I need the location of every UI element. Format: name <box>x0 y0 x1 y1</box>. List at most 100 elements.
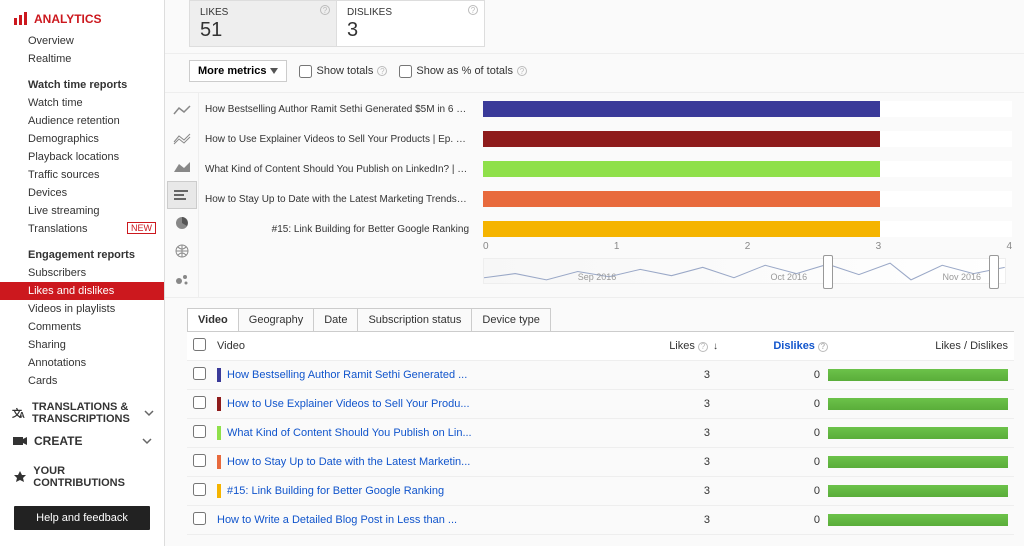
tile-dislikes[interactable]: DISLIKES 3 ? <box>337 0 485 47</box>
svg-text:A: A <box>19 411 25 420</box>
sidebar-section-translations[interactable]: 文A TRANSLATIONS & TRANSCRIPTIONS <box>0 398 164 430</box>
sidebar-item-traffic[interactable]: Traffic sources <box>0 166 164 184</box>
series-color-chip <box>217 426 221 440</box>
cell-ratio <box>828 398 1008 410</box>
sidebar-item-likes-dislikes[interactable]: Likes and dislikes <box>0 282 164 300</box>
table-row[interactable]: #15: Link Building for Better Google Ran… <box>187 477 1014 506</box>
tab-date[interactable]: Date <box>313 308 358 331</box>
row-checkbox[interactable] <box>193 512 206 525</box>
chart-type-line[interactable] <box>167 97 197 125</box>
chart-row: How Bestselling Author Ramit Sethi Gener… <box>165 93 1024 298</box>
analytics-icon <box>12 11 28 27</box>
cell-likes: 3 <box>628 427 718 439</box>
cell-dislikes: 0 <box>718 485 828 497</box>
bar-chart: How Bestselling Author Ramit Sethi Gener… <box>205 101 1012 237</box>
timeline-label: Sep 2016 <box>578 272 617 282</box>
timeline-scrubber[interactable]: Sep 2016 Oct 2016 Nov 2016 <box>483 258 1006 284</box>
series-color-chip <box>217 484 221 498</box>
show-percent-checkbox[interactable]: Show as % of totals ? <box>399 65 527 78</box>
row-checkbox[interactable] <box>193 367 206 380</box>
info-icon[interactable]: ? <box>377 66 387 76</box>
chart-type-multiline[interactable] <box>167 125 197 153</box>
chart-type-pie[interactable] <box>167 209 197 237</box>
info-icon[interactable]: ? <box>320 5 330 15</box>
chart-type-area[interactable] <box>167 153 197 181</box>
table-row[interactable]: How to Stay Up to Date with the Latest M… <box>187 448 1014 477</box>
summary-tiles: LIKES 51 ? DISLIKES 3 ? <box>165 0 1024 54</box>
range-handle-right[interactable] <box>989 255 999 289</box>
more-metrics-button[interactable]: More metrics <box>189 60 287 82</box>
sidebar-item-translations[interactable]: Translations NEW <box>0 220 164 238</box>
sidebar-item-subscribers[interactable]: Subscribers <box>0 264 164 282</box>
range-handle-left[interactable] <box>823 255 833 289</box>
sidebar-item-playback[interactable]: Playback locations <box>0 148 164 166</box>
chart-type-bubble[interactable] <box>167 265 197 293</box>
tab-video[interactable]: Video <box>187 308 239 331</box>
col-dislikes[interactable]: Dislikes ? <box>718 340 828 352</box>
col-video[interactable]: Video <box>217 340 628 352</box>
sidebar-item-live[interactable]: Live streaming <box>0 202 164 220</box>
video-title-link[interactable]: What Kind of Content Should You Publish … <box>217 426 628 440</box>
table-row[interactable]: How to Use Explainer Videos to Sell Your… <box>187 390 1014 419</box>
tile-likes[interactable]: LIKES 51 ? <box>189 0 337 47</box>
sidebar-item-videos-playlists[interactable]: Videos in playlists <box>0 300 164 318</box>
tile-label: DISLIKES <box>347 7 474 18</box>
checkbox-input[interactable] <box>299 65 312 78</box>
x-axis: 01234 <box>483 237 1012 252</box>
sidebar-item-demographics[interactable]: Demographics <box>0 130 164 148</box>
sidebar-item-comments[interactable]: Comments <box>0 318 164 336</box>
table-row[interactable]: How to Write a Detailed Blog Post in Les… <box>187 506 1014 535</box>
row-checkbox[interactable] <box>193 454 206 467</box>
row-checkbox[interactable] <box>193 425 206 438</box>
chart-type-bar[interactable] <box>167 181 197 209</box>
info-icon[interactable]: ? <box>468 5 478 15</box>
video-title-link[interactable]: #15: Link Building for Better Google Ran… <box>217 484 628 498</box>
table-row[interactable]: How Bestselling Author Ramit Sethi Gener… <box>187 361 1014 390</box>
video-title-link[interactable]: How to Stay Up to Date with the Latest M… <box>217 455 628 469</box>
bar-label: How to Use Explainer Videos to Sell Your… <box>205 134 475 145</box>
sidebar-item-overview[interactable]: Overview <box>0 32 164 50</box>
row-checkbox[interactable] <box>193 396 206 409</box>
cell-likes: 3 <box>628 398 718 410</box>
tab-subscription[interactable]: Subscription status <box>357 308 472 331</box>
help-feedback-button[interactable]: Help and feedback <box>14 506 150 530</box>
sidebar-item-realtime[interactable]: Realtime <box>0 50 164 68</box>
video-title-text: How to Use Explainer Videos to Sell Your… <box>227 398 470 410</box>
tab-device[interactable]: Device type <box>471 308 550 331</box>
bar-fill <box>483 191 880 207</box>
sidebar-item-cards[interactable]: Cards <box>0 372 164 390</box>
info-icon[interactable]: ? <box>818 342 828 352</box>
series-color-chip <box>217 455 221 469</box>
video-title-link[interactable]: How to Use Explainer Videos to Sell Your… <box>217 397 628 411</box>
show-totals-checkbox[interactable]: Show totals ? <box>299 65 387 78</box>
sidebar-section-create[interactable]: CREATE <box>0 430 164 454</box>
chart-type-switcher <box>165 93 199 297</box>
checkbox-input[interactable] <box>399 65 412 78</box>
info-icon[interactable]: ? <box>517 66 527 76</box>
video-title-link[interactable]: How to Write a Detailed Blog Post in Les… <box>217 514 628 526</box>
ratio-bar <box>828 369 1008 381</box>
sidebar-section-contributions[interactable]: YOUR CONTRIBUTIONS <box>0 462 164 494</box>
tab-geography[interactable]: Geography <box>238 308 314 331</box>
sidebar-item-audience[interactable]: Audience retention <box>0 112 164 130</box>
table-row[interactable]: What Kind of Content Should You Publish … <box>187 419 1014 448</box>
sidebar-group-watch-time[interactable]: Watch time reports <box>0 76 164 94</box>
video-title-link[interactable]: How Bestselling Author Ramit Sethi Gener… <box>217 368 628 382</box>
sidebar-item-annotations[interactable]: Annotations <box>0 354 164 372</box>
sidebar-group-engagement[interactable]: Engagement reports <box>0 246 164 264</box>
cell-likes: 3 <box>628 369 718 381</box>
sidebar-item-devices[interactable]: Devices <box>0 184 164 202</box>
caret-down-icon <box>270 65 278 77</box>
bar-fill <box>483 101 880 117</box>
info-icon[interactable]: ? <box>698 342 708 352</box>
bar-label: What Kind of Content Should You Publish … <box>205 164 475 175</box>
col-ratio[interactable]: Likes / Dislikes <box>828 340 1008 352</box>
select-all-checkbox[interactable] <box>193 338 206 351</box>
chart-type-map[interactable] <box>167 237 197 265</box>
bar-row: #15: Link Building for Better Google Ran… <box>205 221 1012 237</box>
sidebar-section-analytics[interactable]: ANALYTICS <box>0 8 164 32</box>
row-checkbox[interactable] <box>193 483 206 496</box>
col-likes[interactable]: Likes ? ↓ <box>628 340 718 352</box>
sidebar-item-watch-time[interactable]: Watch time <box>0 94 164 112</box>
sidebar-item-sharing[interactable]: Sharing <box>0 336 164 354</box>
